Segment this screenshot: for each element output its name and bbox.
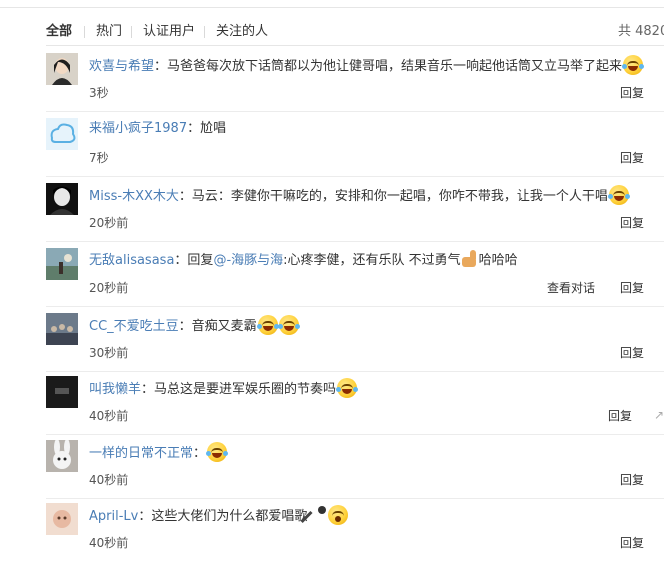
comment-text-prefix: ：回复 [174,253,214,268]
scared-emoji [328,505,349,525]
comment-content: 来福小疯子1987：尬唱 [89,120,226,138]
reply-button[interactable]: 回复 [608,408,632,424]
comment-filter-bar: 全部 热门 认证用户 关注的人 共 4820 [0,22,664,42]
comment-item: 叫我懒羊：马总这是要进军娱乐圈的节奏吗 40秒前 回复 ↗ [46,370,664,435]
tab-separator [204,26,205,38]
reply-button[interactable]: 回复 [620,345,644,361]
avatar[interactable] [46,248,78,280]
comment-text: ：这些大佬们为什么都爱唱歌 [138,509,308,524]
tab-all[interactable]: 全部 [46,22,72,42]
avatar[interactable] [46,183,78,215]
avatar[interactable] [46,53,78,85]
comment-content: 无敌alisasasa：回复@-海豚与海:心疼李健，还有乐队 不过勇气 哈哈哈 [89,250,518,270]
comment-username[interactable]: Miss-木XX木大 [89,189,179,204]
comment-username[interactable]: April-Lv [89,509,138,524]
reply-button[interactable]: 回复 [620,215,644,231]
comment-content: April-Lv：这些大佬们为什么都爱唱歌 [89,505,349,526]
thumbs-up-icon[interactable]: ↗ [654,408,664,424]
comment-item: Miss-木XX木大：马云：李健你干嘛吃的，安排和你一起唱，你咋不带我，让我一个… [46,177,664,242]
avatar[interactable] [46,440,78,472]
laugh-cry-emoji [277,315,300,335]
comment-item: 欢喜与希望：马爸爸每次放下话筒都以为他让健哥唱，结果音乐一响起他话筒又立马举了起… [46,47,664,112]
comment-time: 20秒前 [89,281,129,295]
tab-separator [131,26,132,38]
top-divider [0,0,664,8]
avatar[interactable] [46,118,78,150]
comment-time: 30秒前 [89,346,129,360]
tab-following[interactable]: 关注的人 [216,22,268,42]
laugh-cry-emoji [206,442,229,462]
comment-item: 一样的日常不正常： 40秒前 回复 [46,434,664,499]
comment-text-suffix: 哈哈哈 [478,253,518,268]
avatar[interactable] [46,313,78,345]
comment-text: ：马爸爸每次放下话筒都以为他让健哥唱，结果音乐一响起他话筒又立马举了起来 [154,59,623,74]
laugh-cry-emoji [336,378,359,398]
comment-content: 一样的日常不正常： [89,442,229,463]
tab-verified-users[interactable]: 认证用户 [143,22,195,42]
laugh-cry-emoji [256,315,279,335]
comment-time: 20秒前 [89,216,129,230]
comment-content: 叫我懒羊：马总这是要进军娱乐圈的节奏吗 [89,378,359,399]
reply-button[interactable]: 回复 [620,85,644,101]
comment-text: ：尬唱 [187,121,227,136]
mention-link[interactable]: @-海豚与海 [213,253,283,268]
comment-text: ：音痴又麦霸 [178,319,257,334]
comment-time: 3秒 [89,86,109,100]
microphone-emoji [307,505,327,525]
laugh-cry-emoji [607,185,630,205]
comment-username[interactable]: 一样的日常不正常 [89,446,193,461]
laugh-cry-emoji [622,55,645,75]
comment-time: 7秒 [89,151,109,165]
thumbs-up-emoji [461,250,479,268]
comment-content: Miss-木XX木大：马云：李健你干嘛吃的，安排和你一起唱，你咋不带我，让我一个… [89,185,630,206]
tab-hot[interactable]: 热门 [96,22,122,42]
tab-separator [84,26,85,38]
avatar[interactable] [46,503,78,535]
comment-item: CC_不爱吃土豆：音痴又麦霸 30秒前 回复 [46,307,664,372]
comment-text: ： [193,446,207,461]
comment-total-count: 共 4820 [618,24,664,39]
comment-username[interactable]: 无敌alisasasa [89,253,174,268]
comment-content: CC_不爱吃土豆：音痴又麦霸 [89,315,300,336]
comment-item: 来福小疯子1987：尬唱 7秒 回复 [46,112,664,177]
comment-time: 40秒前 [89,473,129,487]
reply-button[interactable]: 回复 [620,150,644,166]
comment-username[interactable]: 叫我懒羊 [89,382,141,397]
filter-divider [46,45,664,46]
comment-content: 欢喜与希望：马爸爸每次放下话筒都以为他让健哥唱，结果音乐一响起他话筒又立马举了起… [89,55,645,76]
comment-time: 40秒前 [89,409,129,423]
view-conversation-link[interactable]: 查看对话 [547,280,595,296]
comment-text: :心疼李健，还有乐队 不过勇气 [283,253,461,268]
comment-text: ：马总这是要进军娱乐圈的节奏吗 [141,382,337,397]
reply-button[interactable]: 回复 [620,472,644,488]
comment-item: April-Lv：这些大佬们为什么都爱唱歌 40秒前 回复 [46,497,664,561]
avatar[interactable] [46,376,78,408]
comment-username[interactable]: 来福小疯子1987 [89,121,187,136]
comment-text: ：马云：李健你干嘛吃的，安排和你一起唱，你咋不带我，让我一个人干唱 [178,189,608,204]
comment-username[interactable]: 欢喜与希望 [89,59,154,74]
comment-item: 无敌alisasasa：回复@-海豚与海:心疼李健，还有乐队 不过勇气 哈哈哈 2… [46,242,664,307]
comment-username[interactable]: CC_不爱吃土豆 [89,319,179,334]
reply-button[interactable]: 回复 [620,280,644,296]
